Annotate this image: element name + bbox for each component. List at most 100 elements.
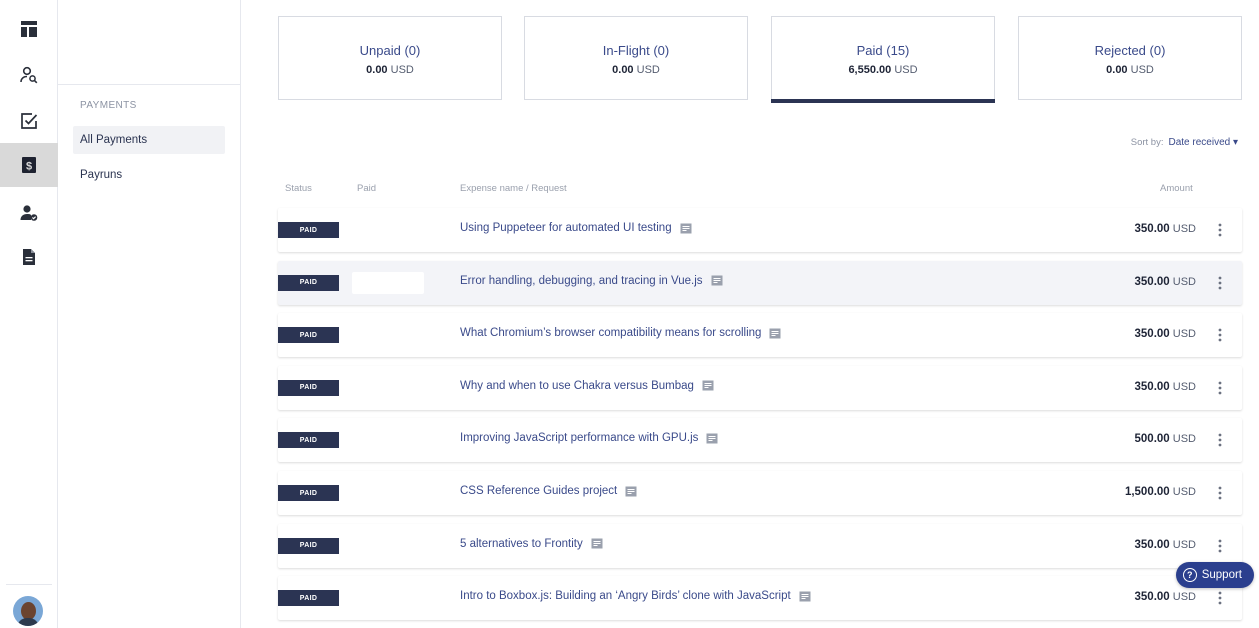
note-icon [799, 591, 811, 602]
status-badge: PAID [278, 485, 339, 501]
dashboard-icon [21, 21, 37, 37]
amount-cell: 1,500.00 USD [1125, 486, 1196, 498]
summary-card-unpaid[interactable]: Unpaid (0) 0.00 USD [278, 16, 502, 100]
expense-title-link[interactable]: Improving JavaScript performance with GP… [460, 432, 718, 444]
amount-currency: USD [1172, 591, 1196, 604]
amount-currency: USD [1172, 380, 1196, 393]
note-icon [711, 275, 723, 286]
rail-item-people-search[interactable] [0, 53, 58, 97]
rail-item-payments[interactable]: $ [0, 143, 58, 187]
summary-card-rejected[interactable]: Rejected (0) 0.00 USD [1018, 16, 1242, 100]
row-menu-icon[interactable] [1210, 325, 1230, 345]
amount-currency: USD [1172, 433, 1196, 446]
expense-title-link[interactable]: Why and when to use Chakra versus Bumbag [460, 380, 714, 392]
amount-value: 350.00 [1134, 591, 1170, 604]
expense-title: Using Puppeteer for automated UI testing [460, 222, 672, 234]
table-row[interactable]: PAID Error handling, debugging, and traci… [278, 260, 1242, 305]
status-badge: PAID [278, 432, 339, 449]
main-content: Unpaid (0) 0.00 USD In-Flight (0) 0.00 U… [241, 0, 1259, 628]
support-button[interactable]: ? Support [1175, 562, 1254, 588]
row-menu-icon[interactable] [1210, 536, 1230, 556]
table-row[interactable]: PAID What Chromium’s browser compatibilit… [278, 313, 1242, 358]
rail-item-documents[interactable] [0, 235, 58, 279]
note-icon [625, 486, 637, 497]
card-amount-line: 0.00 USD [1019, 64, 1241, 76]
row-menu-icon[interactable] [1210, 273, 1230, 293]
user-check-icon [20, 205, 38, 221]
column-header-paid[interactable]: Paid [357, 183, 376, 194]
row-menu-icon[interactable] [1210, 220, 1230, 240]
sort-label: Sort by: [1130, 137, 1164, 148]
card-currency: USD [636, 64, 660, 76]
table-row[interactable]: PAID Improving JavaScript performance wit… [278, 418, 1242, 463]
card-amount: 0.00 [612, 64, 634, 76]
expense-title-link[interactable]: CSS Reference Guides project [460, 485, 637, 497]
amount-value: 350.00 [1134, 223, 1170, 235]
column-header-expense[interactable]: Expense name / Request [460, 183, 567, 194]
status-badge: PAID [278, 590, 339, 607]
summary-card-paid[interactable]: Paid (15) 6,550.00 USD [771, 16, 995, 103]
checkbox-icon [21, 113, 38, 129]
rail-item-approvals[interactable] [0, 191, 58, 235]
card-amount: 6,550.00 [848, 64, 892, 76]
card-currency: USD [1130, 64, 1154, 76]
document-icon [23, 249, 35, 265]
card-amount: 0.00 [366, 64, 388, 76]
subnav-item-payruns[interactable]: Payruns [73, 161, 225, 189]
amount-cell: 500.00 USD [1135, 433, 1196, 445]
svg-text:$: $ [26, 161, 32, 173]
rail-divider [6, 584, 52, 585]
amount-currency: USD [1172, 538, 1196, 551]
card-amount-line: 0.00 USD [279, 64, 501, 76]
expense-title: Improving JavaScript performance with GP… [460, 432, 699, 445]
expense-title-link[interactable]: 5 alternatives to Frontity [460, 538, 603, 550]
column-header-amount[interactable]: Amount [1160, 183, 1193, 194]
expense-title-link[interactable]: Error handling, debugging, and tracing i… [460, 275, 723, 287]
icon-rail: $ [0, 0, 58, 628]
row-menu-icon[interactable] [1210, 588, 1230, 608]
subnav-header-area [58, 0, 240, 85]
table-row[interactable]: PAID Why and when to use Chakra versus Bu… [278, 365, 1242, 410]
amount-cell: 350.00 USD [1135, 381, 1196, 393]
note-icon [680, 223, 692, 234]
amount-cell: 350.00 USD [1135, 539, 1196, 551]
row-menu-icon[interactable] [1210, 430, 1230, 450]
expense-title-link[interactable]: What Chromium’s browser compatibility me… [460, 327, 781, 339]
amount-cell: 350.00 USD [1135, 223, 1196, 235]
rail-item-tasks[interactable] [0, 99, 58, 143]
status-badge: PAID [278, 274, 339, 291]
expense-title-link[interactable]: Intro to Boxbox.js: Building an ‘Angry B… [460, 590, 811, 602]
card-amount-line: 0.00 USD [525, 64, 747, 76]
amount-value: 350.00 [1134, 328, 1170, 341]
card-title: In-Flight (0) [602, 43, 670, 58]
note-icon [769, 328, 781, 339]
rail-item-dashboard[interactable] [0, 7, 58, 51]
expense-title: CSS Reference Guides project [460, 485, 618, 497]
sort-dropdown[interactable]: Date received ▾ [1169, 137, 1239, 148]
amount-currency: USD [1172, 275, 1196, 288]
dollar-icon: $ [22, 157, 36, 173]
status-badge: PAID [278, 379, 339, 396]
note-icon [591, 538, 603, 549]
subnav-item-all-payments[interactable]: All Payments [73, 126, 225, 154]
row-menu-icon[interactable] [1210, 483, 1230, 503]
table-row[interactable]: PAID Using Puppeteer for automated UI tes… [278, 208, 1242, 252]
amount-cell: 350.00 USD [1135, 591, 1196, 603]
column-header-status[interactable]: Status [285, 183, 312, 194]
payments-subnav: PAYMENTS All Payments Payruns [58, 0, 241, 628]
row-menu-icon[interactable] [1210, 378, 1230, 398]
expense-title: Why and when to use Chakra versus Bumbag [460, 379, 694, 392]
note-icon [702, 380, 714, 391]
table-row[interactable]: PAID CSS Reference Guides project 1,500.00… [278, 471, 1242, 515]
amount-value: 350.00 [1134, 538, 1170, 551]
table-row[interactable]: PAID 5 alternatives to Frontity 350.00 USD [278, 523, 1242, 568]
summary-card-in-flight[interactable]: In-Flight (0) 0.00 USD [524, 16, 748, 100]
expense-title: Error handling, debugging, and tracing i… [460, 274, 703, 287]
amount-value: 350.00 [1134, 380, 1170, 393]
avatar[interactable] [13, 596, 43, 626]
amount-cell: 350.00 USD [1135, 328, 1196, 340]
table-row[interactable]: PAID Intro to Boxbox.js: Building an ‘Ang… [278, 576, 1242, 621]
expense-title-link[interactable]: Using Puppeteer for automated UI testing [460, 222, 692, 234]
amount-currency: USD [1172, 486, 1196, 498]
card-currency: USD [390, 64, 414, 76]
